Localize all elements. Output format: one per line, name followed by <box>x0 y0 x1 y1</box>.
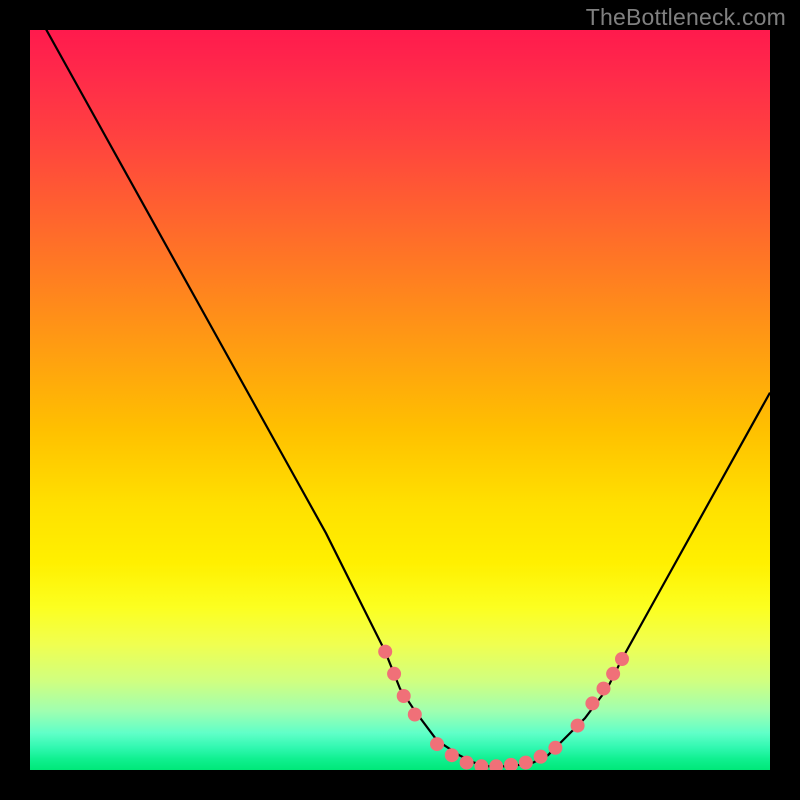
curve-marker <box>378 645 392 659</box>
curve-markers <box>378 645 629 770</box>
curve-marker <box>571 719 585 733</box>
curve-marker <box>460 756 474 770</box>
chart-svg <box>30 30 770 770</box>
curve-marker <box>430 737 444 751</box>
curve-marker <box>597 682 611 696</box>
watermark-text: TheBottleneck.com <box>586 4 786 31</box>
curve-marker <box>474 759 488 770</box>
curve-marker <box>534 750 548 764</box>
curve-marker <box>504 758 518 770</box>
curve-marker <box>408 708 422 722</box>
curve-marker <box>397 689 411 703</box>
curve-marker <box>489 759 503 770</box>
bottleneck-curve <box>30 30 770 766</box>
curve-marker <box>445 748 459 762</box>
chart-frame: TheBottleneck.com <box>0 0 800 800</box>
curve-marker <box>585 696 599 710</box>
curve-marker <box>387 667 401 681</box>
curve-marker <box>548 741 562 755</box>
chart-plot-area <box>30 30 770 770</box>
curve-marker <box>606 667 620 681</box>
curve-marker <box>519 756 533 770</box>
curve-marker <box>615 652 629 666</box>
